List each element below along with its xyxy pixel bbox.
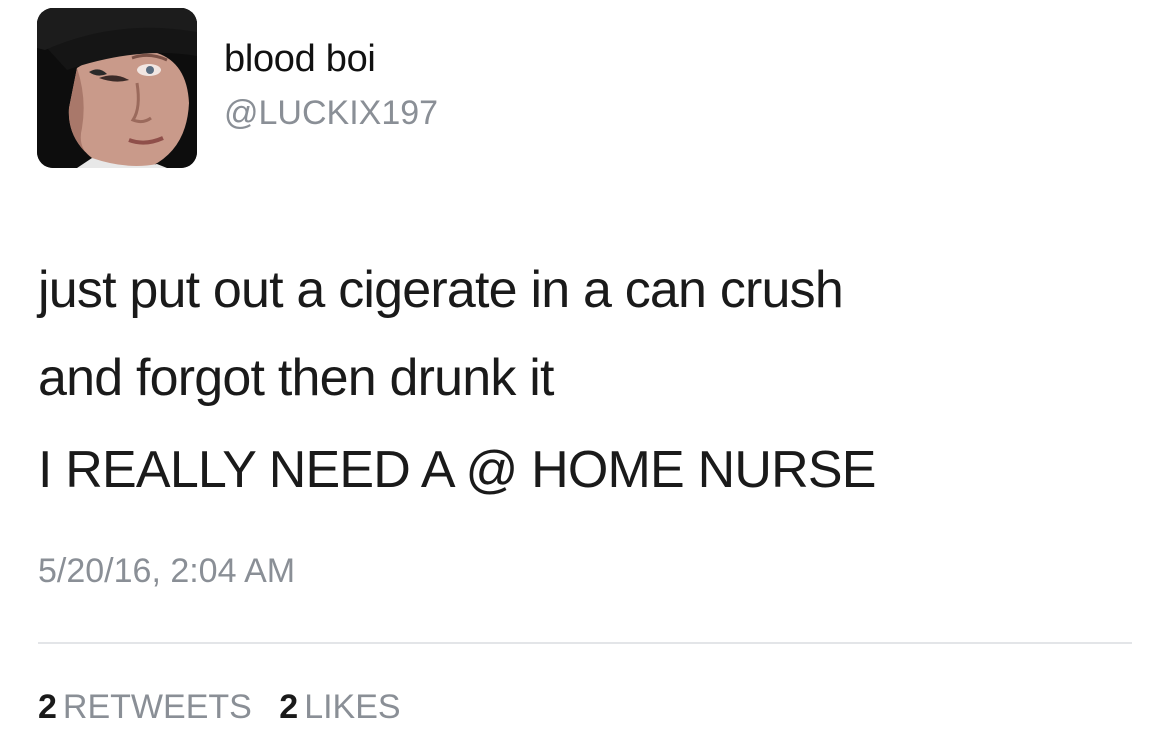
retweets-stat[interactable]: 2 RETWEETS	[38, 688, 252, 726]
tweet-text: just put out a cigerate in a can crush a…	[38, 246, 1138, 514]
avatar[interactable]	[37, 8, 197, 168]
engagement-stats: 2 RETWEETS 2 LIKES	[38, 688, 419, 727]
tweet-paragraph: I REALLY NEED A @ HOME NURSE	[38, 441, 876, 499]
divider	[38, 642, 1132, 644]
display-name[interactable]: blood boi	[224, 38, 376, 81]
retweets-label: RETWEETS	[62, 688, 252, 726]
likes-stat[interactable]: 2 LIKES	[279, 688, 400, 726]
user-handle[interactable]: @LUCKIX197	[224, 94, 438, 133]
avatar-image	[37, 8, 197, 168]
tweet-timestamp: 5/20/16, 2:04 AM	[38, 552, 296, 590]
likes-count: 2	[279, 688, 299, 726]
tweet-card: blood boi @LUCKIX197 just put out a cige…	[0, 0, 1170, 750]
tweet-paragraph: just put out a cigerate in a can crush a…	[38, 261, 844, 407]
likes-label: LIKES	[304, 688, 401, 726]
retweets-count: 2	[38, 688, 57, 726]
